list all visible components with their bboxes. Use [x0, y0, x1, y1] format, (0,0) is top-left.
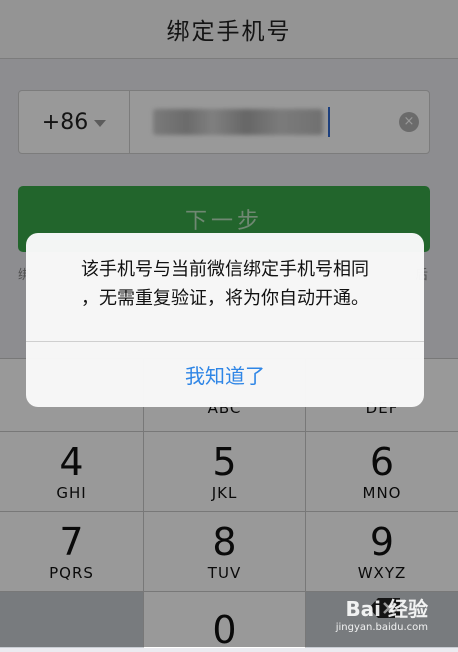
alert-message: 该手机号与当前微信绑定手机号相同 ，无需重复验证，将为你自动开通。 [26, 255, 424, 313]
bind-phone-screen: 绑定手机号 +86 × 下一步 绑 后 ABC DEF 4 GHI [0, 0, 458, 650]
alert-message-line1: 该手机号与当前微信绑定手机号相同 [81, 259, 369, 280]
alert-ok-button[interactable]: 我知道了 [26, 342, 424, 407]
watermark-url: jingyan.baidu.com [335, 622, 428, 633]
baidu-jingyan-watermark: Bai 经验 jingyan.baidu.com [336, 593, 428, 633]
alert-dialog: 该手机号与当前微信绑定手机号相同 ，无需重复验证，将为你自动开通。 我知道了 [26, 233, 424, 407]
alert-message-line2: ，无需重复验证，将为你自动开通。 [81, 288, 369, 309]
watermark-brand: Bai 经验 [345, 597, 428, 621]
